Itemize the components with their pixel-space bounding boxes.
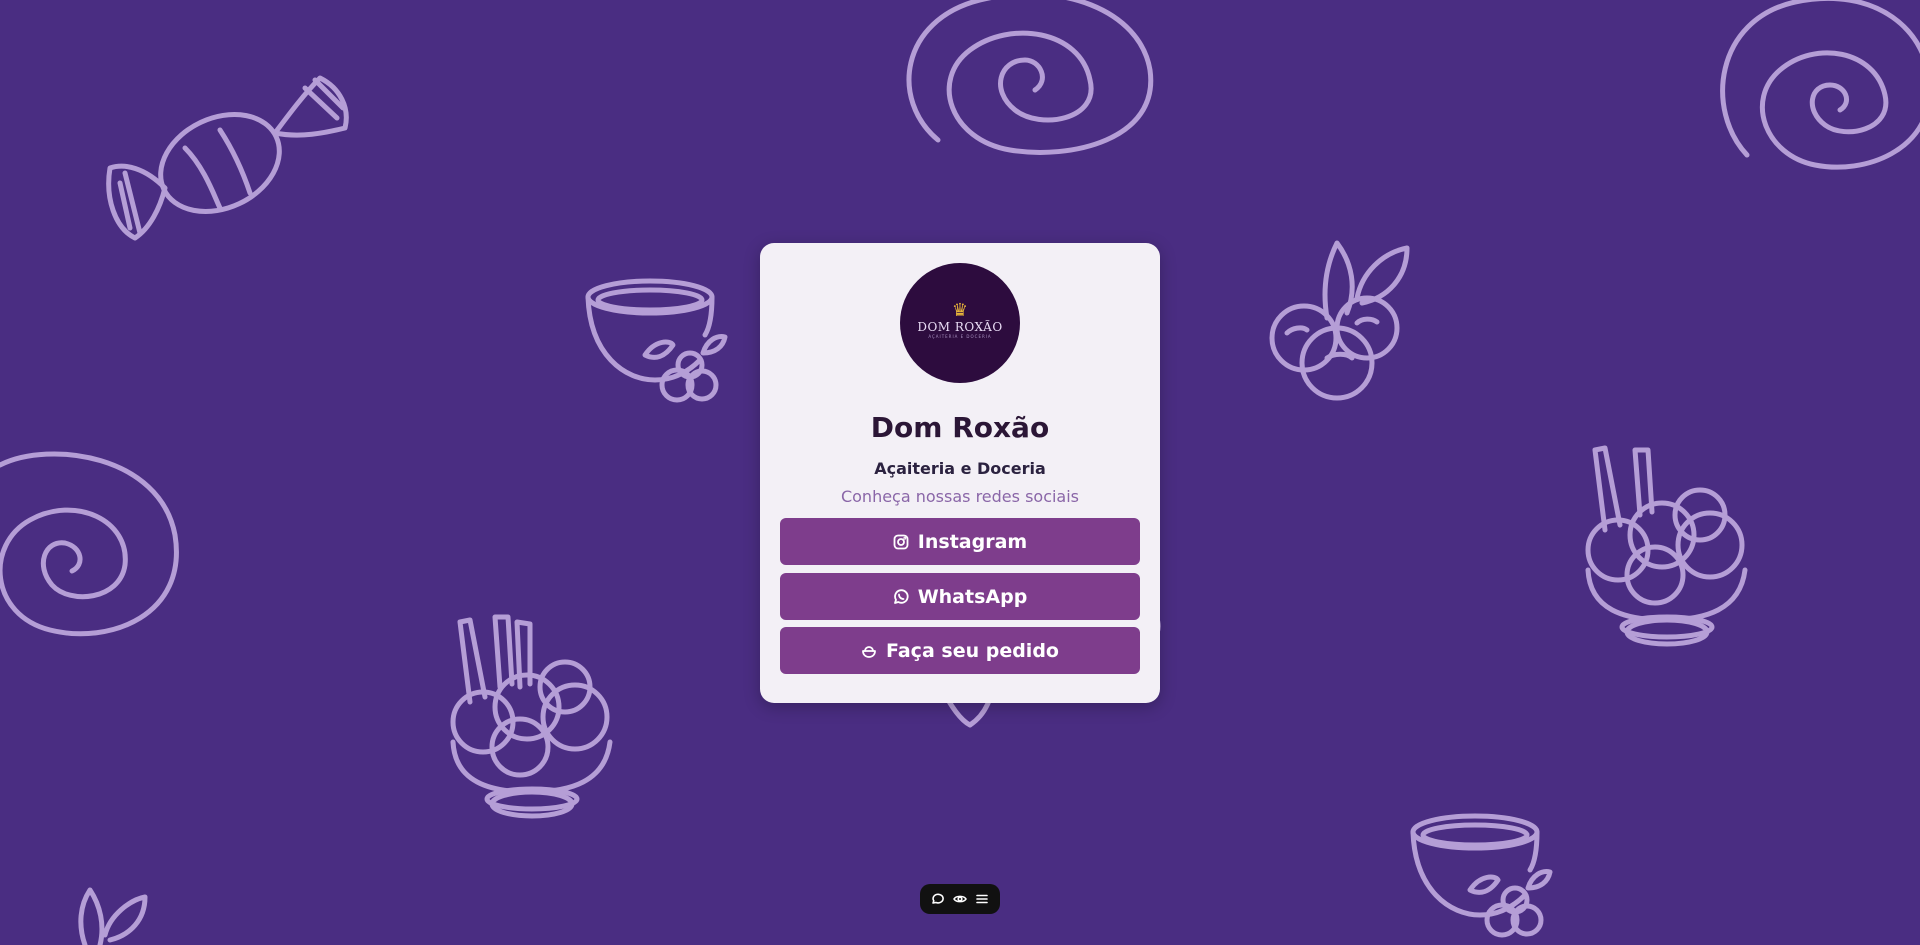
instagram-button[interactable]: Instagram bbox=[780, 518, 1140, 565]
leaf-doodle-bottom-left bbox=[78, 887, 148, 945]
ice-cream-bowl-icon bbox=[862, 645, 876, 658]
order-button[interactable]: Faça seu pedido bbox=[780, 627, 1140, 674]
floating-toolbar bbox=[920, 884, 1000, 914]
spiral-doodle-top-right bbox=[1720, 0, 1920, 170]
profile-subtitle: Açaiteria e Doceria bbox=[874, 459, 1046, 478]
candy-doodle bbox=[106, 75, 349, 241]
ice-cream-bowl-doodle-right bbox=[1585, 445, 1748, 647]
logo-wordmark: DOM ROXÃO bbox=[917, 320, 1003, 334]
menu-icon[interactable] bbox=[975, 892, 989, 906]
eye-icon[interactable] bbox=[953, 892, 967, 906]
whatsapp-button-label: WhatsApp bbox=[917, 585, 1028, 608]
spiral-doodle-left bbox=[0, 451, 179, 637]
order-button-label: Faça seu pedido bbox=[886, 639, 1059, 662]
whatsapp-icon bbox=[893, 588, 909, 604]
profile-name: Dom Roxão bbox=[870, 411, 1050, 444]
brand-logo: ♛ DOM ROXÃO AÇAITERIA E DOCERIA bbox=[900, 263, 1020, 383]
logo-subtext: AÇAITERIA E DOCERIA bbox=[928, 334, 992, 339]
instagram-button-label: Instagram bbox=[917, 530, 1028, 553]
ice-cream-bowl-doodle-left bbox=[450, 614, 613, 819]
spiral-doodle-top-center bbox=[906, 0, 1154, 155]
profile-tagline: Conheça nossas redes sociais bbox=[840, 487, 1080, 506]
bowl-doodle-left bbox=[585, 278, 728, 403]
chat-icon[interactable] bbox=[931, 892, 945, 906]
instagram-icon bbox=[893, 534, 909, 549]
profile-card: ♛ DOM ROXÃO AÇAITERIA E DOCERIA Dom Roxã… bbox=[760, 243, 1160, 703]
whatsapp-button[interactable]: WhatsApp bbox=[780, 573, 1140, 620]
crown-icon: ♛ bbox=[951, 300, 969, 321]
blueberry-doodle bbox=[1269, 240, 1410, 401]
bowl-doodle-bottom-right bbox=[1410, 813, 1553, 938]
